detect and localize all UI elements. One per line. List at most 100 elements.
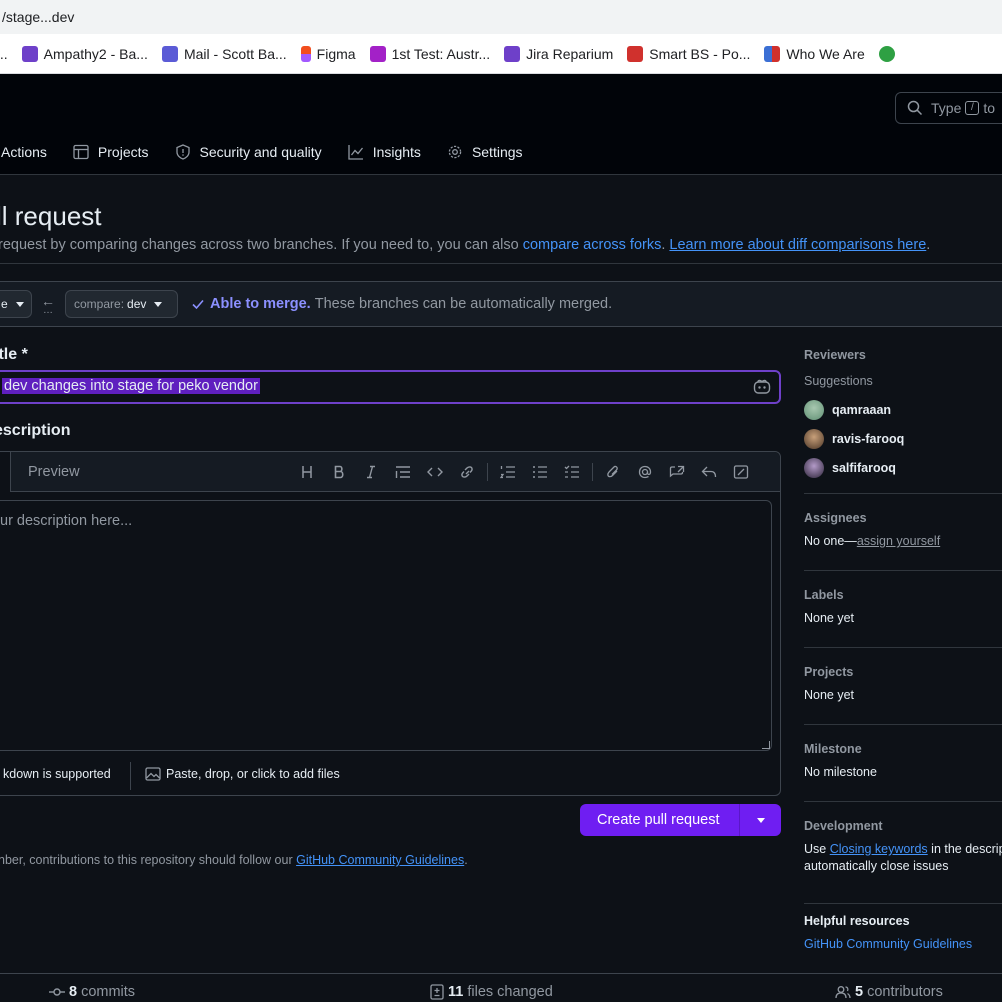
community-guidelines-link[interactable]: GitHub Community Guidelines: [296, 853, 464, 867]
bookmark-item[interactable]: Smart BS - Po...: [627, 45, 750, 62]
assignees-value: No one—assign yourself: [804, 534, 1002, 548]
attach-files-button[interactable]: Paste, drop, or click to add files: [145, 767, 340, 781]
bookmark-item[interactable]: [878, 45, 901, 62]
closing-keywords-link[interactable]: Closing keywords: [830, 842, 928, 856]
tab-actions[interactable]: Actions: [1, 144, 47, 160]
milestone-value: No milestone: [804, 765, 877, 779]
labels-heading[interactable]: Labels: [804, 588, 1002, 602]
fullscreen-icon[interactable]: [725, 462, 757, 482]
tab-preview[interactable]: Preview: [28, 464, 80, 480]
table-icon: [73, 144, 89, 160]
bookmarks-bar: ... Ampathy2 - Ba... Mail - Scott Ba... …: [0, 34, 1002, 74]
unordered-list-icon[interactable]: [524, 462, 556, 482]
commits-label: commits: [81, 984, 136, 1000]
editor-tabs: Preview: [0, 452, 780, 492]
address-bar[interactable]: /stage...dev: [0, 0, 1002, 34]
italic-icon[interactable]: [355, 462, 387, 482]
tab-insights[interactable]: Insights: [348, 144, 421, 160]
title-label: itle *: [0, 346, 28, 363]
subtitle-separator: .: [661, 237, 666, 253]
compare-branch-select[interactable]: compare: dev: [65, 290, 178, 318]
compare-prefix: compare:: [74, 297, 125, 311]
contributors-label: contributors: [867, 984, 943, 1000]
milestone-section: Milestone No milestone: [804, 742, 1002, 779]
quote-icon[interactable]: [387, 462, 419, 482]
subtitle-end: .: [926, 237, 931, 253]
tab-label: Insights: [372, 144, 421, 160]
bookmark-item[interactable]: Who We Are: [764, 45, 865, 62]
bookmark-item[interactable]: Mail - Scott Ba...: [161, 45, 287, 62]
reviewer-suggestion[interactable]: qamraaan: [804, 400, 1002, 420]
task-list-icon[interactable]: [556, 462, 588, 482]
resize-handle[interactable]: [762, 741, 770, 749]
reviewer-name: ravis-farooq: [832, 432, 905, 446]
community-guidelines-link[interactable]: GitHub Community Guidelines: [804, 937, 972, 951]
tab-settings[interactable]: Settings: [447, 144, 523, 160]
create-options-dropdown[interactable]: [740, 817, 781, 823]
bookmark-item[interactable]: Figma: [300, 45, 356, 62]
description-textarea[interactable]: ur description here...: [0, 500, 772, 751]
search-placeholder: to: [983, 100, 996, 116]
reply-icon[interactable]: [693, 462, 725, 482]
guidelines-note: nber, contributions to this repository s…: [0, 853, 468, 867]
contributors-tab[interactable]: 5 contributors: [835, 984, 943, 1000]
reviewer-suggestion[interactable]: ravis-farooq: [804, 429, 1002, 449]
merge-status: Able to merge. These branches can be aut…: [190, 296, 612, 312]
bookmark-item[interactable]: Jira Reparium: [504, 45, 613, 62]
files-changed-tab[interactable]: 11 files changed: [430, 984, 553, 1000]
bookmark-item[interactable]: ...: [0, 46, 8, 62]
create-pull-request-button[interactable]: Create pull request: [580, 804, 781, 836]
commits-tab[interactable]: 8 commits: [49, 984, 135, 1000]
projects-heading[interactable]: Projects: [804, 665, 1002, 679]
base-branch-label: e: [1, 297, 8, 311]
bookmark-label: 1st Test: Austr...: [391, 45, 491, 62]
bookmark-item[interactable]: Ampathy2 - Ba...: [21, 45, 148, 62]
reviewers-heading[interactable]: Reviewers: [804, 348, 1002, 362]
gear-icon: [448, 145, 462, 159]
assignees-heading[interactable]: Assignees: [804, 511, 1002, 525]
mention-icon[interactable]: [629, 462, 661, 482]
tab-write[interactable]: [0, 452, 11, 492]
chevron-down-icon: [15, 301, 24, 307]
helpful-resources-value: GitHub Community Guidelines: [804, 937, 1002, 951]
title-input[interactable]: dev changes into stage for peko vendor: [0, 370, 781, 404]
bookmark-label: Who We Are: [786, 45, 865, 62]
development-pre: Use: [804, 842, 827, 856]
guidelines-text: nber, contributions to this repository s…: [0, 853, 293, 867]
image-icon: [145, 767, 161, 781]
labels-value: None yet: [804, 611, 855, 625]
compare-forks-link[interactable]: compare across forks: [523, 237, 662, 253]
bookmark-favicon-icon: [504, 45, 521, 62]
base-branch-select[interactable]: e: [0, 290, 32, 318]
check-icon: [192, 299, 204, 310]
bold-icon[interactable]: [323, 462, 355, 482]
tab-security[interactable]: Security and quality: [175, 144, 322, 160]
ellipsis-icon: …: [43, 305, 53, 316]
code-icon[interactable]: [419, 462, 451, 482]
assign-yourself-link[interactable]: assign yourself: [857, 534, 940, 548]
development-heading: Development: [804, 819, 883, 833]
copilot-icon[interactable]: [753, 379, 771, 395]
attach-label: Paste, drop, or click to add files: [166, 767, 340, 781]
link-icon[interactable]: [451, 462, 483, 482]
diff-comparisons-link[interactable]: Learn more about diff comparisons here: [669, 237, 926, 253]
bookmark-favicon-icon: [369, 45, 386, 62]
guidelines-end: .: [464, 853, 468, 867]
heading-icon[interactable]: [291, 462, 323, 482]
projects-value: None yet: [804, 688, 855, 702]
markdown-note[interactable]: kdown is supported: [3, 767, 111, 781]
milestone-heading[interactable]: Milestone: [804, 742, 1002, 756]
compare-stats-bar: 8 commits 11 files changed 5 contributor…: [0, 973, 1002, 1002]
attach-icon[interactable]: [597, 462, 629, 482]
merge-ok-label: Able to merge.: [210, 296, 311, 312]
search-input[interactable]: Type / to: [895, 92, 1002, 124]
cross-reference-icon[interactable]: [661, 462, 693, 482]
tab-projects[interactable]: Projects: [73, 144, 149, 160]
reviewer-suggestion[interactable]: salfifarooq: [804, 458, 1002, 478]
ordered-list-icon[interactable]: [492, 462, 524, 482]
avatar: [804, 400, 824, 420]
merge-status-text: These branches can be automatically merg…: [314, 296, 613, 312]
bookmark-item[interactable]: 1st Test: Austr...: [369, 45, 491, 62]
repo-header: Type / to Actions Projects Security and …: [0, 74, 1002, 175]
commits-count: 8: [69, 984, 78, 1000]
